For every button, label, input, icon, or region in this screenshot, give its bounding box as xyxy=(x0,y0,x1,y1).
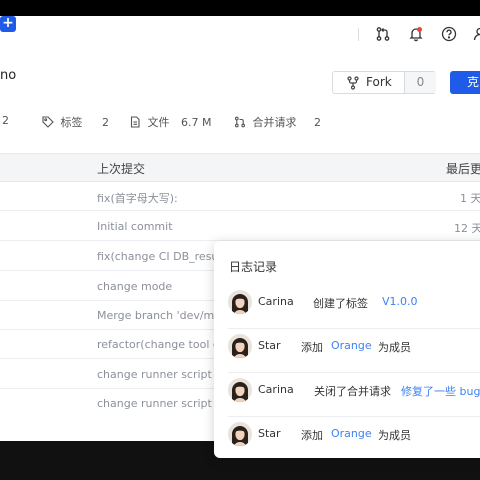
commit-message[interactable]: fix(change CI DB_resul xyxy=(97,250,221,263)
fork-count[interactable]: 0 xyxy=(405,72,436,93)
stat-files[interactable]: 文件 6.7 M xyxy=(129,114,211,130)
commit-message[interactable]: change runner script xyxy=(97,368,212,381)
pull-request-icon[interactable] xyxy=(375,26,391,42)
tag-icon xyxy=(42,116,54,128)
activity-action: 关闭了合并请求 xyxy=(314,385,391,398)
activity-suffix: 为成员 xyxy=(378,341,411,354)
stat-files-label: 文件 xyxy=(147,116,170,129)
activity-entry[interactable]: Star 添加 Orange 为成员 xyxy=(214,328,480,372)
stat-tags[interactable]: 标签 2 xyxy=(42,114,109,130)
merge-request-icon xyxy=(234,116,246,128)
activity-action: 添加 xyxy=(301,429,323,442)
activity-target-link[interactable]: Orange xyxy=(331,427,372,440)
plus-icon[interactable]: + xyxy=(0,16,16,32)
fork-icon xyxy=(347,76,359,90)
commit-message[interactable]: fix(首字母大写): xyxy=(97,190,178,206)
commit-message[interactable]: change mode xyxy=(97,280,172,293)
activity-entry[interactable]: Carina 创建了标签 V1.0.0 xyxy=(214,284,480,328)
fork-label: Fork xyxy=(366,75,392,89)
help-icon[interactable] xyxy=(441,26,457,42)
commit-time: 1 天 xyxy=(460,192,480,205)
activity-target-link[interactable]: 修复了一些 bug xyxy=(401,383,480,399)
notification-dot xyxy=(417,27,422,32)
user-icon[interactable] xyxy=(472,26,480,42)
stat-branches[interactable]: 2 xyxy=(2,114,9,127)
stat-files-value: 6.7 M xyxy=(181,116,212,129)
header-divider xyxy=(358,28,359,41)
stat-merge-requests-label: 合并请求 xyxy=(252,116,297,129)
activity-entry[interactable]: Carina 关闭了合并请求 修复了一些 bug xyxy=(214,372,480,416)
stat-merge-requests[interactable]: 合并请求 2 xyxy=(234,114,321,130)
activity-target-link[interactable]: Orange xyxy=(331,339,372,352)
activity-action: 添加 xyxy=(301,341,323,354)
commit-message[interactable]: Initial commit xyxy=(97,220,173,233)
avatar[interactable] xyxy=(228,334,252,358)
stat-branches-value: 2 xyxy=(2,114,9,127)
activity-target-link[interactable]: V1.0.0 xyxy=(382,295,418,308)
avatar[interactable] xyxy=(228,290,252,314)
avatar[interactable] xyxy=(228,422,252,446)
stat-tags-value: 2 xyxy=(102,116,109,129)
activity-log-title: 日志记录 xyxy=(229,260,278,274)
activity-suffix: 为成员 xyxy=(378,429,411,442)
fork-main[interactable]: Fork xyxy=(333,72,405,93)
activity-entry[interactable]: Star 添加 Orange 为成员 xyxy=(214,416,480,458)
commit-message[interactable]: Merge branch 'dev/ma xyxy=(97,309,221,322)
repo-name[interactable]: no xyxy=(0,68,16,83)
activity-log-popup: 日志记录 Carina 创建了标签 V1.0.0 Star 添加 Orange … xyxy=(214,241,480,458)
avatar[interactable] xyxy=(228,378,252,402)
activity-user[interactable]: Carina xyxy=(258,383,294,396)
table-row[interactable]: Initial commit 12 天 xyxy=(0,212,480,241)
screenshot-frame: + no Fork 0 克 2 标签 2 文件 6.7 M 合并请求 2 上次提… xyxy=(0,0,480,480)
file-icon xyxy=(130,116,140,128)
activity-user[interactable]: Star xyxy=(258,427,281,440)
fork-button[interactable]: Fork 0 xyxy=(332,71,436,94)
activity-user[interactable]: Star xyxy=(258,339,281,352)
column-header-last-commit: 上次提交 xyxy=(97,162,146,176)
commit-time: 12 天 xyxy=(454,222,480,235)
file-table-header: 上次提交 最后更 xyxy=(0,153,480,182)
commit-message[interactable]: refactor(change tool ch xyxy=(97,338,226,351)
activity-user[interactable]: Carina xyxy=(258,295,294,308)
column-header-last-updated: 最后更 xyxy=(446,162,480,176)
stat-merge-requests-value: 2 xyxy=(314,116,321,129)
stat-tags-label: 标签 xyxy=(60,116,83,129)
clone-button[interactable]: 克 xyxy=(450,71,480,94)
table-row[interactable]: fix(首字母大写): 1 天 xyxy=(0,182,480,211)
activity-action: 创建了标签 xyxy=(313,297,368,310)
commit-message[interactable]: change runner script xyxy=(97,397,212,410)
